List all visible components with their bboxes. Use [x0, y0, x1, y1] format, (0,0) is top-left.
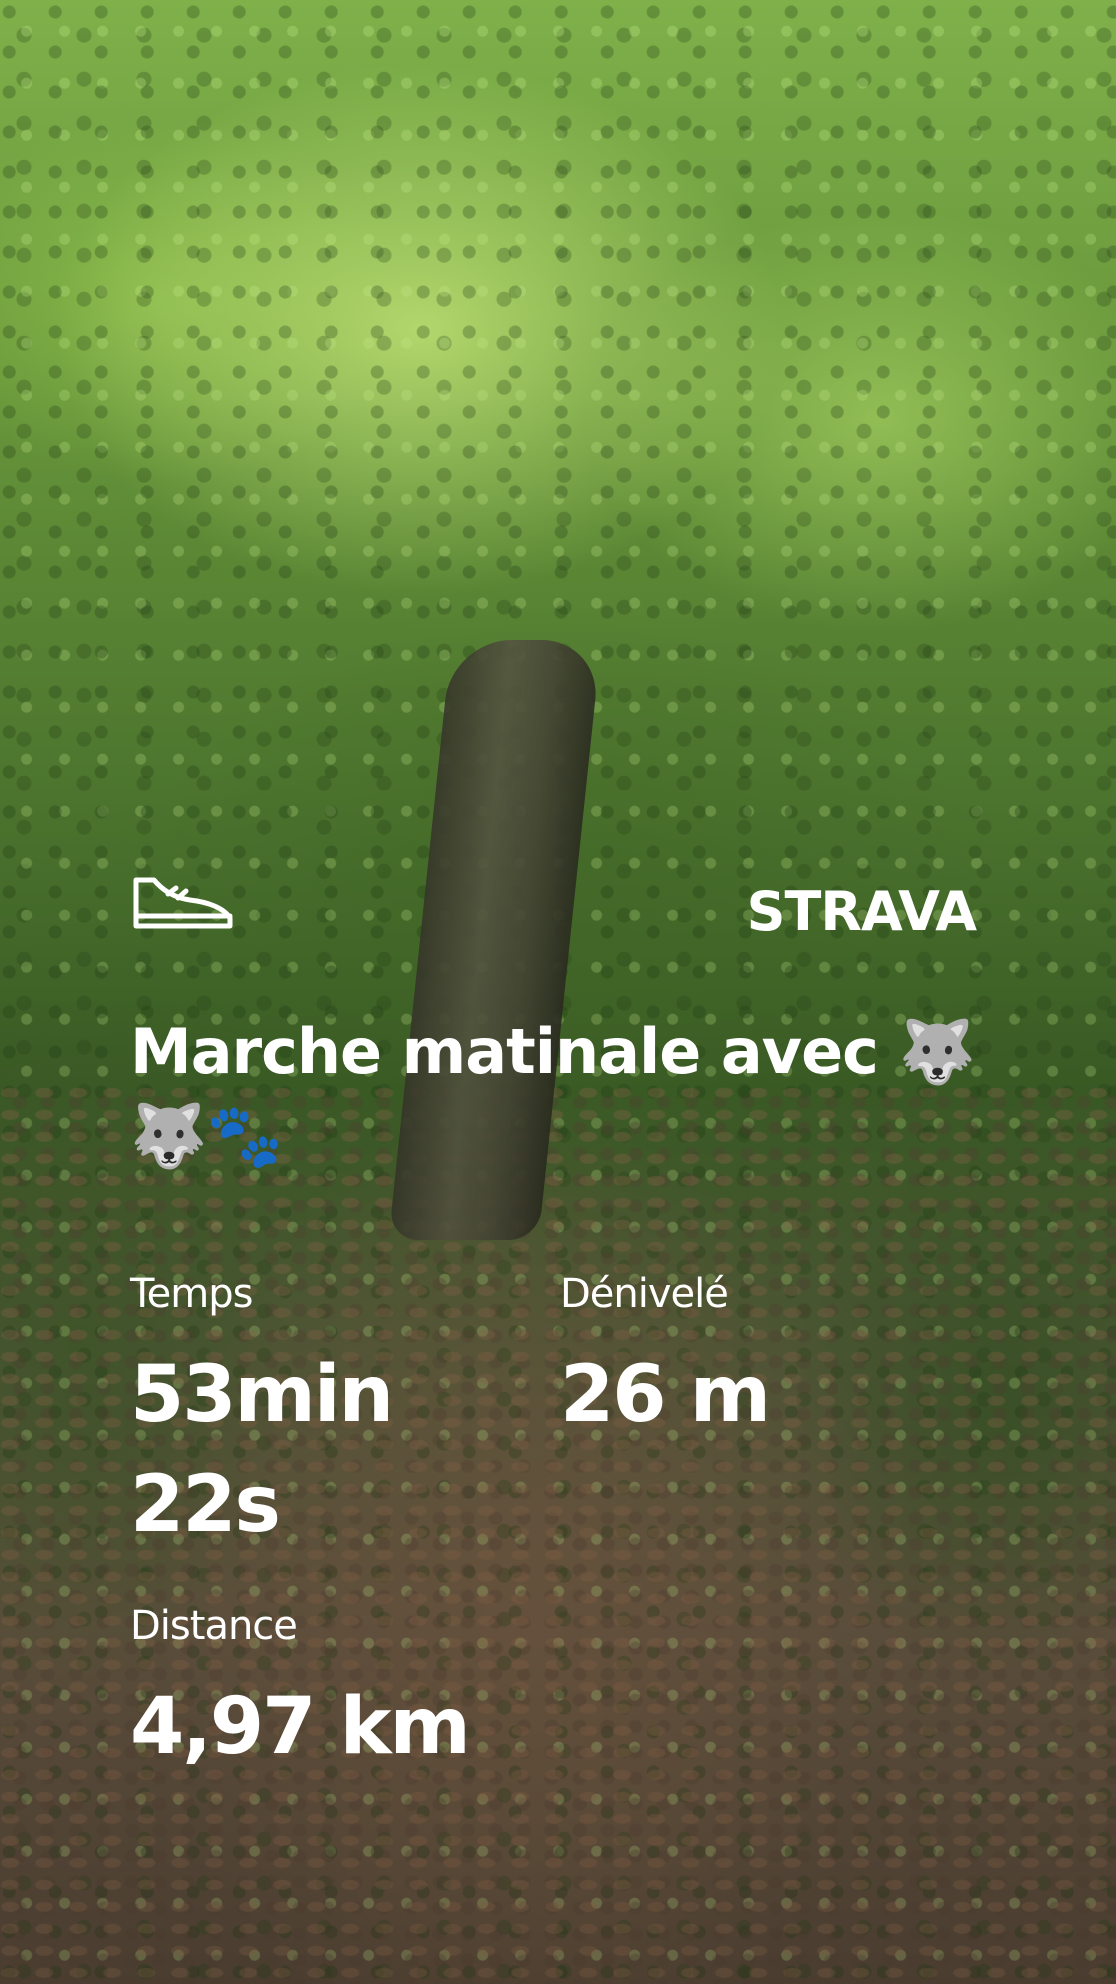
activity-title: Marche matinale avec 🐺🐺🐾 — [130, 1015, 976, 1172]
elevation-value: 26 m — [560, 1350, 771, 1440]
distance-label: Distance — [130, 1603, 298, 1649]
activity-share-card: STRAVA Marche matinale avec 🐺🐺🐾 Temps 53… — [0, 0, 1116, 1984]
strava-logo: STRAVA — [746, 880, 977, 943]
shoe-icon — [133, 877, 233, 929]
distance-value: 4,97 km — [130, 1682, 471, 1772]
elevation-label: Dénivelé — [560, 1271, 729, 1317]
time-label: Temps — [130, 1271, 253, 1317]
time-value: 53min 22s — [130, 1350, 394, 1550]
